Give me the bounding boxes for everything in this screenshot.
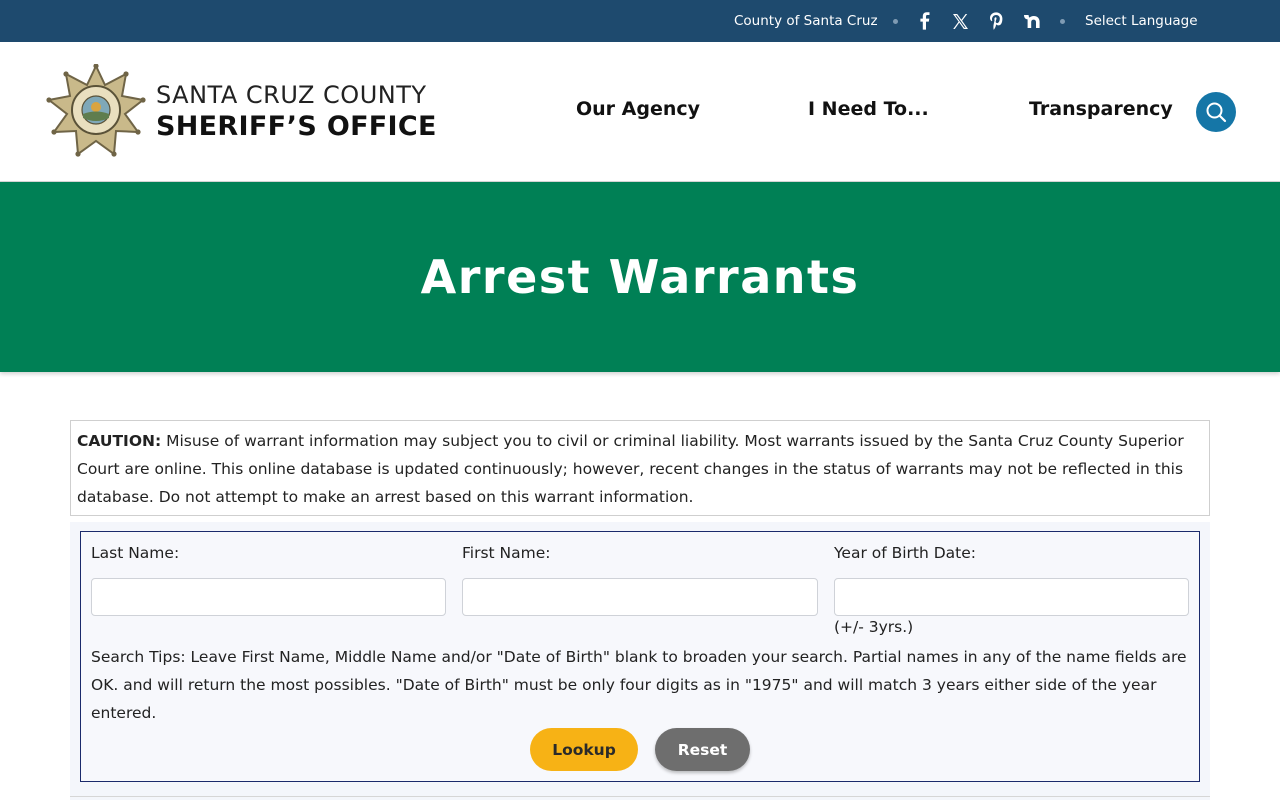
last-name-label: Last Name: xyxy=(91,544,180,562)
reset-button[interactable]: Reset xyxy=(655,728,750,771)
nextdoor-icon[interactable] xyxy=(1022,0,1046,42)
year-of-birth-input[interactable] xyxy=(834,578,1189,616)
lookup-button[interactable]: Lookup xyxy=(530,728,638,771)
last-name-input[interactable] xyxy=(91,578,446,616)
utility-bar: County of Santa Cruz Select Language xyxy=(0,0,1280,42)
x-twitter-icon[interactable] xyxy=(948,0,972,42)
brand-line-county: SANTA CRUZ COUNTY xyxy=(156,81,427,109)
first-name-input[interactable] xyxy=(462,578,818,616)
nav-i-need-to[interactable]: I Need To... xyxy=(808,98,929,120)
year-of-birth-label: Year of Birth Date: xyxy=(834,544,977,562)
first-name-label: First Name: xyxy=(462,544,551,562)
facebook-icon[interactable] xyxy=(913,0,937,42)
caution-notice: CAUTION: Misuse of warrant information m… xyxy=(70,420,1210,516)
page-title: Arrest Warrants xyxy=(420,250,860,304)
county-of-santa-cruz-link[interactable]: County of Santa Cruz xyxy=(734,0,878,42)
nav-transparency[interactable]: Transparency xyxy=(1029,98,1173,120)
sheriff-star-badge-logo[interactable] xyxy=(46,63,150,160)
brand-line-office: SHERIFF’S OFFICE xyxy=(156,111,437,142)
page-banner: Arrest Warrants xyxy=(0,182,1280,372)
separator-dot xyxy=(1060,19,1065,24)
year-range-hint: (+/- 3yrs.) xyxy=(834,618,914,636)
next-section-edge xyxy=(70,796,1210,800)
caution-label: CAUTION: xyxy=(77,432,162,450)
select-language-link[interactable]: Select Language xyxy=(1085,0,1198,42)
pinterest-icon[interactable] xyxy=(984,0,1008,42)
search-button[interactable] xyxy=(1196,92,1236,132)
site-header: SANTA CRUZ COUNTY SHERIFF’S OFFICE Our A… xyxy=(0,42,1280,182)
search-tips: Search Tips: Leave First Name, Middle Na… xyxy=(91,648,1187,722)
separator-dot xyxy=(893,19,898,24)
nav-our-agency[interactable]: Our Agency xyxy=(576,98,700,120)
brand-wordmark[interactable]: SANTA CRUZ COUNTY SHERIFF’S OFFICE xyxy=(156,80,437,144)
caution-text: Misuse of warrant information may subjec… xyxy=(77,432,1184,506)
search-icon xyxy=(1206,102,1227,123)
